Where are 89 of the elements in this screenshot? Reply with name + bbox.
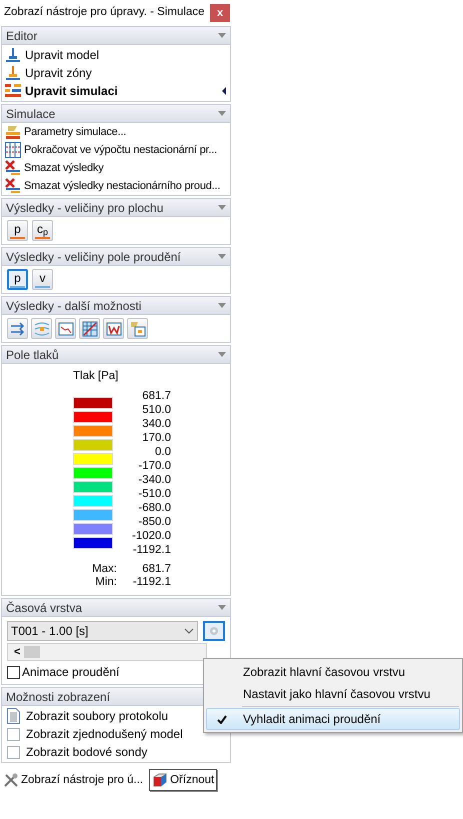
section-title: Časová vrstva <box>6 600 82 617</box>
close-button[interactable]: x <box>210 4 230 22</box>
tool-button[interactable] <box>55 318 76 339</box>
menu-item[interactable]: Vyhladit animaci proudění <box>206 708 460 730</box>
collapse-icon <box>218 303 226 308</box>
legend-value: 681.7 <box>142 389 171 404</box>
delete-icon <box>5 178 21 194</box>
checkbox[interactable] <box>7 666 20 679</box>
legend-value: 0.0 <box>155 445 171 460</box>
section-header[interactable]: Časová vrstva <box>2 599 230 618</box>
legend-value: -1020.0 <box>132 529 171 544</box>
section-header[interactable]: Pole tlaků <box>2 346 230 364</box>
checkbox[interactable] <box>7 728 20 741</box>
time-layer-dropdown[interactable]: T001 - 1.00 [s] <box>7 621 198 642</box>
legend-title: Tlak [Pa] <box>73 369 120 384</box>
simulation-item[interactable]: Smazat výsledky <box>2 159 230 177</box>
legend-value: -680.0 <box>138 501 171 516</box>
legend-value: 340.0 <box>142 417 171 432</box>
section-title: Výsledky - veličiny pro plochu <box>6 200 164 216</box>
simulation-item[interactable]: Pokračovat ve výpočtu nestacionární pr... <box>2 141 230 159</box>
chart-icon <box>58 320 74 336</box>
table-icon <box>82 320 98 336</box>
section-title: Pole tlaků <box>6 346 59 364</box>
quantity-button[interactable]: p <box>7 220 28 241</box>
max-value: 681.7 <box>141 563 171 576</box>
bottom-tab[interactable]: Oříznout <box>149 769 218 792</box>
quantity-button[interactable]: v <box>32 269 53 290</box>
scrollbar[interactable]: < <box>7 643 207 662</box>
checkbox-label: Animace proudění <box>22 664 120 682</box>
checkbox[interactable] <box>7 746 20 759</box>
simulation-item[interactable]: Smazat výsledky nestacionárního proud... <box>2 177 230 195</box>
chevron-icon <box>184 628 194 634</box>
legend-value: -850.0 <box>138 515 171 530</box>
stack-icon <box>5 65 21 81</box>
section-header[interactable]: Simulace <box>2 105 230 123</box>
collapse-icon <box>218 33 226 38</box>
menu-item[interactable]: Zobrazit hlavní časovou vrstvu <box>206 661 460 683</box>
gear-icon <box>209 626 220 636</box>
display-option[interactable]: Zobrazit bodové sondy <box>2 743 230 762</box>
pointer-icon <box>222 87 226 95</box>
tool-button[interactable] <box>103 318 124 339</box>
quantity-button[interactable]: p <box>7 269 28 290</box>
legend-value: 170.0 <box>142 431 171 446</box>
section-header[interactable]: Výsledky - veličiny pro plochu <box>2 199 230 217</box>
legend-value: -1192.1 <box>132 543 171 558</box>
checkmark-icon <box>217 714 227 724</box>
streamlines-icon <box>34 320 50 336</box>
collapse-icon <box>218 254 226 259</box>
editor-item[interactable]: Upravit model <box>2 46 230 64</box>
collapse-icon <box>218 205 226 210</box>
cube-icon <box>152 772 168 788</box>
legend-value: -340.0 <box>138 473 171 488</box>
stack-icon <box>5 47 21 63</box>
legend-value: 510.0 <box>142 403 171 418</box>
editor-item[interactable]: Upravit zóny <box>2 64 230 82</box>
window-title: Zobrazí nástroje pro úpravy. - Simulace <box>4 5 204 20</box>
editor-item[interactable]: Upravit simulaci <box>2 82 230 100</box>
tools-icon <box>3 772 19 788</box>
delete-icon <box>5 160 21 176</box>
section-header[interactable]: Výsledky - další možnosti <box>2 297 230 315</box>
simulation-item[interactable]: Parametry simulace... <box>2 123 230 141</box>
arrows-icon <box>10 320 26 336</box>
settings-button[interactable] <box>203 621 225 642</box>
bars-icon <box>5 83 21 99</box>
section-header[interactable]: Výsledky - veličiny pole proudění <box>2 248 230 266</box>
section-title: Možnosti zobrazení <box>6 688 110 706</box>
collapse-icon <box>218 111 226 116</box>
document-icon <box>7 708 20 724</box>
min-value: -1192.1 <box>132 576 171 590</box>
max-label: Max: <box>91 563 117 576</box>
min-label: Min: <box>94 576 117 590</box>
document-icon <box>106 320 122 336</box>
section-title: Výsledky - další možnosti <box>6 298 142 314</box>
tool-button[interactable] <box>79 318 100 339</box>
section-title: Simulace <box>6 106 56 122</box>
legend-value: -170.0 <box>138 459 171 474</box>
legend-value: -510.0 <box>138 487 171 502</box>
section-header[interactable]: Editor <box>2 27 230 45</box>
tool-button[interactable] <box>127 318 148 339</box>
section-title: Editor <box>6 28 38 44</box>
section-title: Výsledky - veličiny pole proudění <box>6 248 181 266</box>
tool-button[interactable] <box>7 318 28 339</box>
collapse-icon <box>218 352 226 357</box>
paint-icon <box>130 320 146 336</box>
bottom-tab[interactable]: Zobrazí nástroje pro ú... <box>1 769 146 792</box>
grid-icon <box>5 142 21 158</box>
tool-button[interactable] <box>31 318 52 339</box>
collapse-icon <box>218 605 226 610</box>
quantity-button[interactable]: c$_{p}$ <box>32 220 53 241</box>
